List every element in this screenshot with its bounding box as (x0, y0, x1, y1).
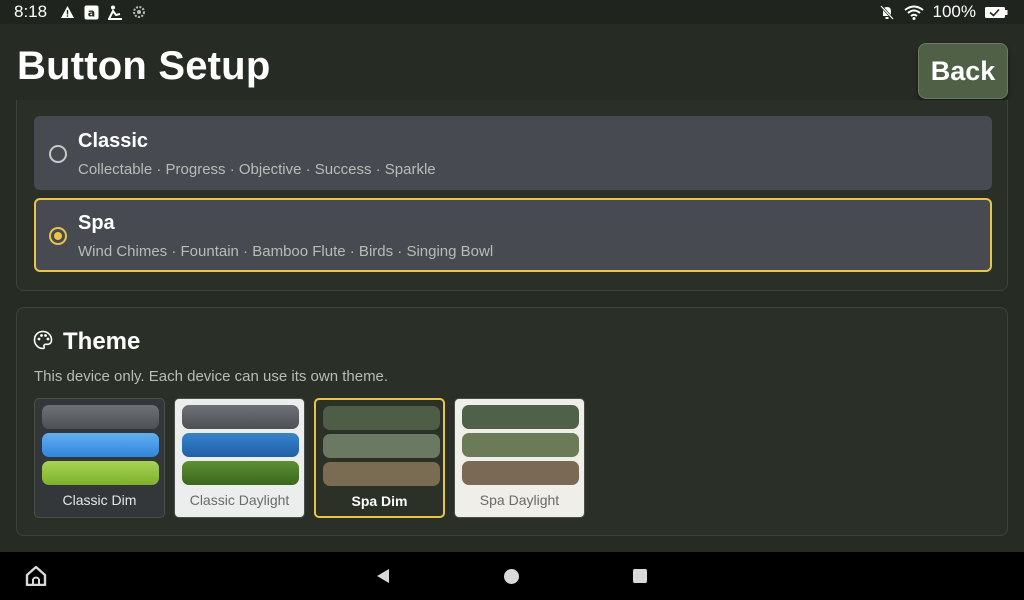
radio-button-classic[interactable] (49, 145, 67, 163)
settings-icon (131, 4, 147, 20)
palette-icon (33, 330, 53, 355)
theme-swatch (42, 461, 159, 485)
back-triangle-icon[interactable] (375, 568, 391, 589)
navigation-bar (0, 552, 1024, 600)
theme-tile-spa-daylight[interactable]: Spa Daylight (454, 398, 585, 518)
theme-panel: Theme This device only. Each device can … (16, 307, 1008, 536)
sound-pack-option-classic[interactable]: Classic Collectable · Progress · Objecti… (34, 116, 992, 190)
radio-button-spa[interactable] (49, 227, 67, 245)
theme-swatch (462, 461, 579, 485)
sound-pack-panel: Classic Collectable · Progress · Objecti… (16, 100, 1008, 291)
notifications-off-icon (879, 4, 895, 20)
theme-tile-label: Spa Dim (351, 493, 408, 509)
theme-tile-spa-dim[interactable]: Spa Dim (314, 398, 445, 518)
back-button[interactable]: Back (918, 43, 1008, 99)
accessibility-icon (107, 4, 123, 20)
theme-subtitle: This device only. Each device can use it… (34, 368, 389, 385)
warning-icon (59, 4, 75, 20)
battery-icon (984, 4, 1008, 20)
sound-pack-description: Collectable · Progress · Objective · Suc… (78, 161, 436, 178)
theme-swatch (462, 405, 579, 429)
status-bar: 8:18 a 100% (0, 0, 1024, 24)
recents-square-icon[interactable] (633, 569, 647, 583)
sound-pack-name: Spa (78, 212, 115, 234)
theme-swatch (323, 462, 440, 486)
theme-tile-label: Spa Daylight (479, 492, 560, 508)
theme-swatch (323, 434, 440, 458)
theme-tile-label: Classic Daylight (189, 492, 290, 508)
theme-tile-classic-daylight[interactable]: Classic Daylight (174, 398, 305, 518)
wifi-icon (903, 4, 925, 20)
theme-swatch (462, 433, 579, 457)
home-icon[interactable] (25, 565, 47, 591)
home-circle-icon[interactable] (504, 569, 519, 584)
theme-swatch (182, 433, 299, 457)
theme-swatch (323, 406, 440, 430)
status-time: 8:18 (14, 2, 48, 21)
theme-swatch (42, 405, 159, 429)
page-title: Button Setup (17, 44, 271, 88)
amazon-icon: a (83, 4, 99, 20)
theme-swatch (182, 405, 299, 429)
status-bar-left: 8:18 a (14, 2, 147, 22)
theme-title: Theme (63, 328, 141, 355)
theme-swatch (42, 433, 159, 457)
sound-pack-name: Classic (78, 130, 149, 152)
sound-pack-description: Wind Chimes · Fountain · Bamboo Flute · … (78, 243, 494, 260)
theme-tile-classic-dim[interactable]: Classic Dim (34, 398, 165, 518)
theme-swatch (182, 461, 299, 485)
sound-pack-option-spa[interactable]: Spa Wind Chimes · Fountain · Bamboo Flut… (34, 198, 992, 272)
theme-tile-label: Classic Dim (62, 492, 137, 508)
svg-text:a: a (87, 6, 94, 19)
battery-text: 100% (932, 2, 976, 21)
status-bar-right: 100% (879, 2, 1008, 22)
theme-header: Theme (33, 328, 140, 356)
